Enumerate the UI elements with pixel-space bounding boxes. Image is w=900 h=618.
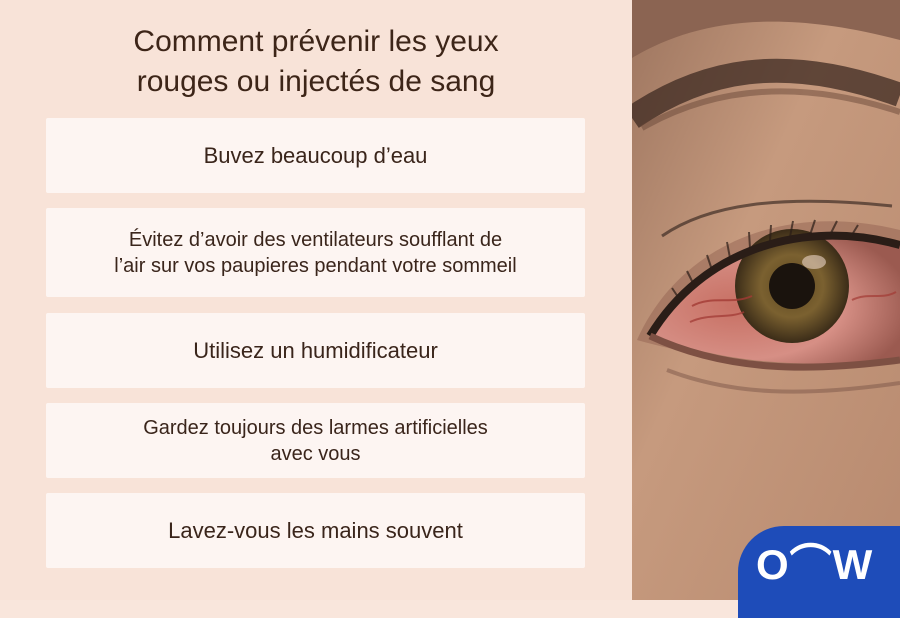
- eye-photo: [632, 0, 900, 600]
- page-title: Comment prévenir les yeux rouges ou inje…: [133, 25, 499, 98]
- pupil: [769, 263, 815, 309]
- red-eye-illustration: [632, 0, 900, 600]
- tip-card-wash-hands: Lavez-vous les mains souvent: [46, 493, 585, 568]
- logo-text: O⌒W: [756, 541, 874, 588]
- eye-highlight: [802, 255, 826, 269]
- tip-card-artificial-tears: Gardez toujours des larmes artificielles…: [46, 403, 585, 478]
- company-logo: O⌒W: [738, 526, 900, 618]
- tip-card-humidifier: Utilisez un humidificateur: [46, 313, 585, 388]
- tip-card-drink-water: Buvez beaucoup d’eau: [46, 118, 585, 193]
- tip-card-avoid-fans: Évitez d’avoir des ventilateurs soufflan…: [46, 208, 585, 297]
